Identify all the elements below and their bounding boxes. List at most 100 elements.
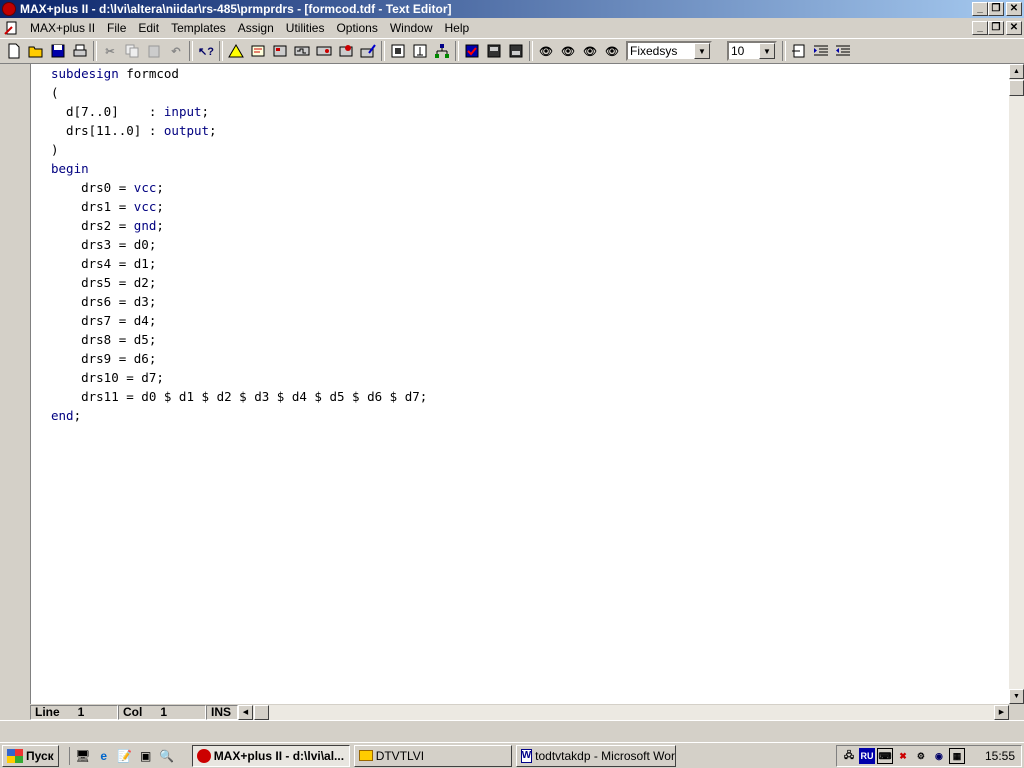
print-button[interactable] <box>69 40 91 62</box>
compile-tool-button[interactable] <box>247 40 269 62</box>
code-content[interactable]: subdesign formcod ( d[7..0] : input; drs[… <box>51 64 427 425</box>
code-line[interactable]: drs6 = d3; <box>51 292 427 311</box>
task-folder[interactable]: DTVTLVI <box>353 744 512 767</box>
menu-edit[interactable]: Edit <box>132 21 165 35</box>
menu-file[interactable]: File <box>101 21 132 35</box>
horizontal-scrollbar[interactable]: ◀ ▶ <box>238 704 1009 720</box>
find-replace-button[interactable]: 👁 <box>557 40 579 62</box>
code-line[interactable]: ) <box>51 140 427 159</box>
terminal-icon[interactable]: ▣ <box>137 747 155 765</box>
open-file-button[interactable] <box>25 40 47 62</box>
code-line[interactable]: drs0 = vcc; <box>51 178 427 197</box>
network-icon[interactable]: 🖧 <box>841 748 857 764</box>
close-button[interactable]: ✕ <box>1006 2 1022 16</box>
language-indicator[interactable]: RU <box>858 748 875 764</box>
search-icon[interactable]: 🔍 <box>158 747 176 765</box>
code-line[interactable]: end; <box>51 406 427 425</box>
save-and-check-button[interactable] <box>461 40 483 62</box>
code-line[interactable]: subdesign formcod <box>51 64 427 83</box>
save-and-simulate-button[interactable] <box>505 40 527 62</box>
vertical-scrollbar[interactable]: ▲ ▼ <box>1009 64 1024 704</box>
maxplus-task-icon <box>196 748 211 763</box>
input-method-icon[interactable]: ⌨ <box>876 748 893 764</box>
code-line[interactable]: drs2 = gnd; <box>51 216 427 235</box>
code-text: drs9 = d6; <box>51 351 157 366</box>
hierarchy-tree-button[interactable] <box>431 40 453 62</box>
new-file-icon <box>8 43 20 59</box>
maxplus-app-icon[interactable] <box>2 2 16 16</box>
code-line[interactable]: drs9 = d6; <box>51 349 427 368</box>
code-line[interactable]: drs[11..0] : output; <box>51 121 427 140</box>
horizontal-scroll-thumb[interactable] <box>254 704 269 720</box>
code-line[interactable]: drs4 = d1; <box>51 254 427 273</box>
cut-button[interactable]: ✂ <box>99 40 121 62</box>
save-and-compile-button[interactable] <box>483 40 505 62</box>
calendar-icon[interactable]: ▦ <box>948 748 965 764</box>
antivirus-icon[interactable]: ✖ <box>895 748 911 764</box>
undo-button[interactable]: ↶ <box>165 40 187 62</box>
code-line[interactable]: begin <box>51 159 427 178</box>
indent-button[interactable] <box>810 40 832 62</box>
font-size-select[interactable]: 10 ▼ <box>727 41 777 61</box>
menu-window[interactable]: Window <box>384 21 439 35</box>
chevron-down-icon[interactable]: ▼ <box>694 43 710 59</box>
minimize-button[interactable]: _ <box>972 2 988 16</box>
internet-explorer-icon[interactable]: e <box>95 747 113 765</box>
settings-gear-icon[interactable]: ⚙ <box>913 748 929 764</box>
restore-button[interactable]: ❐ <box>988 2 1004 16</box>
doc-close-button[interactable]: ✕ <box>1006 21 1022 35</box>
find-error-button[interactable]: 👁 <box>601 40 623 62</box>
task-word[interactable]: W todtvtakdp - Microsoft Word <box>515 744 676 767</box>
code-line[interactable]: d[7..0] : input; <box>51 102 427 121</box>
hierarchy-display-button[interactable] <box>387 40 409 62</box>
menu-templates[interactable]: Templates <box>165 21 232 35</box>
code-text: ; <box>209 123 217 138</box>
code-line[interactable]: drs7 = d4; <box>51 311 427 330</box>
scroll-left-button[interactable]: ◀ <box>238 704 253 720</box>
task-maxplus[interactable]: MAX+plus II - d:\lvi\al... <box>191 744 350 767</box>
menu-utilities[interactable]: Utilities <box>280 21 331 35</box>
top-of-hierarchy-button[interactable] <box>409 40 431 62</box>
save-button[interactable] <box>47 40 69 62</box>
start-button[interactable]: Пуск <box>2 744 59 767</box>
find-text-button[interactable]: 👁 <box>535 40 557 62</box>
menu-assign[interactable]: Assign <box>232 21 280 35</box>
simulator-button[interactable] <box>291 40 313 62</box>
code-line[interactable]: drs11 = d0 $ d1 $ d2 $ d3 $ d4 $ d5 $ d6… <box>51 387 427 406</box>
menu-options[interactable]: Options <box>330 21 383 35</box>
doc-restore-button[interactable]: ❐ <box>988 21 1004 35</box>
code-line[interactable]: drs3 = d0; <box>51 235 427 254</box>
speaker-icon[interactable]: ◉ <box>931 748 947 764</box>
code-line[interactable]: drs5 = d2; <box>51 273 427 292</box>
code-line[interactable]: ( <box>51 83 427 102</box>
new-file-button[interactable] <box>3 40 25 62</box>
scroll-right-button[interactable]: ▶ <box>994 704 1009 720</box>
show-desktop-icon[interactable]: 🖥 <box>74 747 92 765</box>
scroll-down-button[interactable]: ▼ <box>1009 689 1024 704</box>
scroll-up-button[interactable]: ▲ <box>1009 64 1024 79</box>
message-processor-button[interactable] <box>357 40 379 62</box>
timing-analyzer-button[interactable] <box>313 40 335 62</box>
doc-minimize-button[interactable]: _ <box>972 21 988 35</box>
menu-maxplus[interactable]: MAX+plus II <box>24 21 101 35</box>
floorplan-button[interactable] <box>269 40 291 62</box>
document-icon[interactable] <box>4 20 20 36</box>
help-pointer-button[interactable]: ↖? <box>195 40 217 62</box>
paste-button[interactable] <box>143 40 165 62</box>
task-maxplus-label: MAX+plus II - d:\lvi\al... <box>213 748 345 763</box>
tab-settings-button[interactable] <box>788 40 810 62</box>
chevron-down-icon[interactable]: ▼ <box>759 43 775 59</box>
menu-help[interactable]: Help <box>439 21 476 35</box>
vertical-scroll-thumb[interactable] <box>1009 80 1024 96</box>
text-editor[interactable]: subdesign formcod ( d[7..0] : input; drs[… <box>30 64 1009 704</box>
font-select[interactable]: Fixedsys ▼ <box>626 41 712 61</box>
code-line[interactable]: drs8 = d5; <box>51 330 427 349</box>
notepad-icon[interactable]: 📝 <box>116 747 134 765</box>
copy-button[interactable] <box>121 40 143 62</box>
code-line[interactable]: drs10 = d7; <box>51 368 427 387</box>
code-line[interactable]: drs1 = vcc; <box>51 197 427 216</box>
find-node-button[interactable]: 👁 <box>579 40 601 62</box>
hierarchy-up-button[interactable] <box>225 40 247 62</box>
outdent-button[interactable] <box>832 40 854 62</box>
programmer-button[interactable] <box>335 40 357 62</box>
